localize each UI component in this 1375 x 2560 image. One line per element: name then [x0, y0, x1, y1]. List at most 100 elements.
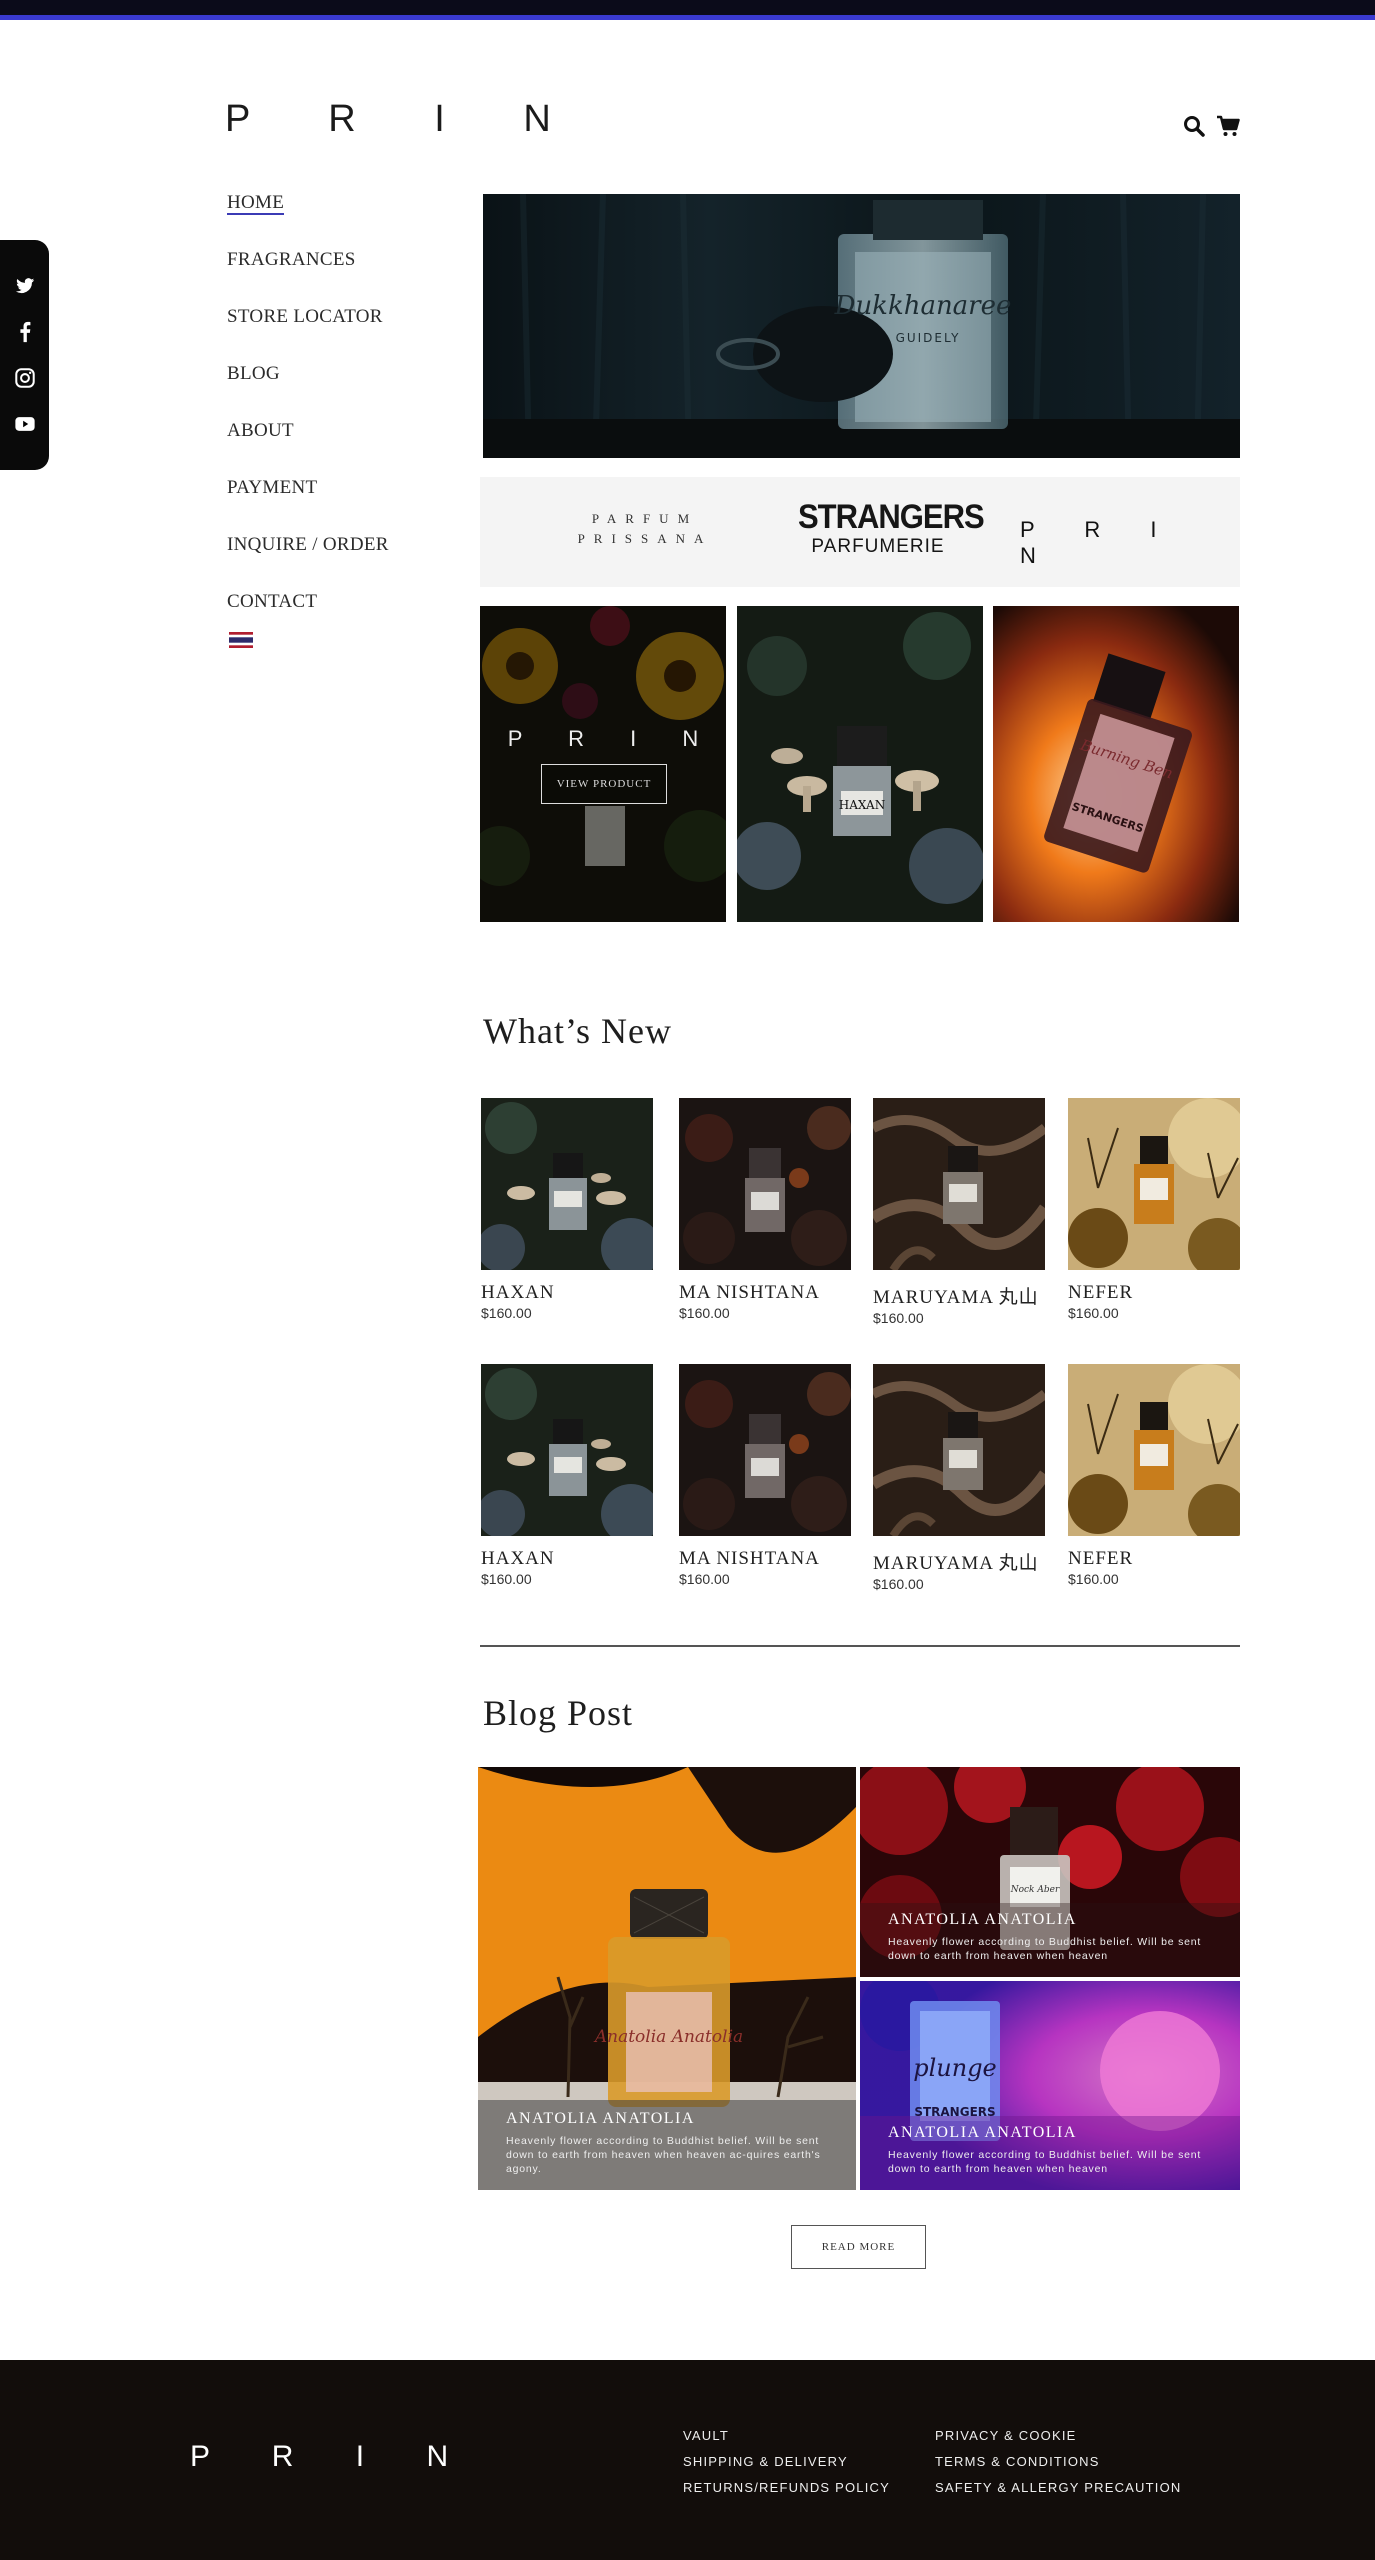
product-image[interactable]	[873, 1364, 1045, 1536]
nav-item-blog[interactable]: BLOG	[227, 361, 389, 386]
footer-link-safety[interactable]: SAFETY & ALLERGY PRECAUTION	[935, 2480, 1182, 2495]
top-bar	[0, 0, 1375, 20]
product-image[interactable]	[873, 1098, 1045, 1270]
read-more-button[interactable]: READ MORE	[791, 2225, 926, 2269]
blog-bottle-text: Nock Aber	[1010, 1885, 1060, 1895]
youtube-icon[interactable]	[14, 413, 36, 435]
blog-card-top-right[interactable]: Nock Aber ANATOLIA ANATOLIA Heavenly flo…	[860, 1767, 1240, 1977]
nav-item-home[interactable]: HOME	[227, 190, 389, 247]
product-card-nefer[interactable]: NEFER $160.00	[1068, 1098, 1240, 1321]
brand-prissana-logo[interactable]: PARFUM PRISSANA	[560, 511, 730, 547]
social-bar	[0, 240, 49, 470]
hero-bottle-sub: GUIDELY	[896, 331, 961, 345]
facebook-icon[interactable]	[14, 321, 36, 343]
product-name[interactable]: NEFER	[1068, 1548, 1240, 1570]
product-image[interactable]	[481, 1364, 653, 1536]
footer-logo[interactable]: P R I N	[190, 2440, 475, 2474]
product-card-ma-nishtana[interactable]: MA NISHTANA $160.00	[679, 1364, 851, 1587]
hero-image: Dukkhanaree GUIDELY	[483, 194, 1240, 458]
nav-item-about[interactable]: ABOUT	[227, 418, 389, 443]
search-icon[interactable]	[1182, 114, 1206, 138]
product-name[interactable]: MA NISHTANA	[679, 1282, 851, 1304]
brand-strangers-logo[interactable]: STRANGERS PARFUMERIE	[798, 497, 985, 558]
view-product-button[interactable]: VIEW PRODUCT	[541, 764, 667, 804]
brand-prissana-line2: PRISSANA	[577, 531, 713, 546]
tile-prin-logo: P R I N	[507, 726, 719, 751]
nav-item-payment[interactable]: PAYMENT	[227, 475, 389, 500]
product-name[interactable]: HAXAN	[481, 1282, 653, 1304]
nav-item-label[interactable]: HOME	[227, 190, 285, 215]
product-name[interactable]: MARUYAMA 丸山	[873, 1282, 1045, 1309]
product-name[interactable]: MARUYAMA 丸山	[873, 1548, 1045, 1575]
product-image[interactable]	[679, 1364, 851, 1536]
product-price: $160.00	[1068, 1305, 1119, 1321]
nav-item-contact[interactable]: CONTACT	[227, 589, 389, 614]
brand-bar: PARFUM PRISSANA STRANGERS PARFUMERIE P R…	[480, 477, 1240, 587]
blog-post-title[interactable]: ANATOLIA ANATOLIA	[888, 1911, 1212, 1929]
footer-links-col1: VAULT SHIPPING & DELIVERY RETURNS/REFUND…	[683, 2428, 890, 2506]
product-image[interactable]	[1068, 1364, 1240, 1536]
main-nav: HOME FRAGRANCES STORE LOCATOR BLOG ABOUT…	[227, 190, 389, 648]
blog-card-bottom-right[interactable]: plunge STRANGERS ANATOLIA ANATOLIA Heave…	[860, 1981, 1240, 2190]
product-image[interactable]	[1068, 1098, 1240, 1270]
footer-link-vault[interactable]: VAULT	[683, 2428, 890, 2443]
footer-link-returns[interactable]: RETURNS/REFUNDS POLICY	[683, 2480, 890, 2495]
nav-item-store-locator[interactable]: STORE LOCATOR	[227, 304, 389, 329]
product-name[interactable]: NEFER	[1068, 1282, 1240, 1304]
product-price: $160.00	[481, 1305, 532, 1321]
nav-item-inquire-order[interactable]: INQUIRE / ORDER	[227, 532, 389, 557]
product-price: $160.00	[679, 1571, 730, 1587]
blog-caption: ANATOLIA ANATOLIA Heavenly flower accord…	[860, 2116, 1240, 2190]
brand-prin-logo[interactable]: P R I N	[1020, 517, 1240, 569]
blog-bottle-text: Anatolia Anatolia	[593, 2027, 743, 2047]
footer-link-privacy[interactable]: PRIVACY & COOKIE	[935, 2428, 1182, 2443]
blog-post-title[interactable]: ANATOLIA ANATOLIA	[506, 2110, 828, 2128]
instagram-icon[interactable]	[14, 367, 36, 389]
product-price: $160.00	[679, 1305, 730, 1321]
product-card-ma-nishtana[interactable]: MA NISHTANA $160.00	[679, 1098, 851, 1321]
product-name[interactable]: MA NISHTANA	[679, 1548, 851, 1570]
feature-tile-burning-ben[interactable]: Burning Ben STRANGERS	[993, 606, 1239, 922]
product-card-maruyama[interactable]: MARUYAMA 丸山 $160.00	[873, 1098, 1045, 1326]
cart-icon[interactable]	[1216, 114, 1240, 138]
header-icons	[1182, 114, 1240, 138]
footer: P R I N VAULT SHIPPING & DELIVERY RETURN…	[0, 2360, 1375, 2560]
tile-haxan-label: HAXAN	[839, 798, 885, 812]
blog-post-desc: Heavenly flower according to Buddhist be…	[888, 1936, 1202, 1962]
blog-post-title[interactable]: ANATOLIA ANATOLIA	[888, 2124, 1212, 2142]
brand-prissana-line1: PARFUM	[591, 511, 699, 526]
footer-link-terms[interactable]: TERMS & CONDITIONS	[935, 2454, 1182, 2469]
section-divider	[480, 1645, 1240, 1647]
brand-strangers-line1: STRANGERS	[798, 497, 985, 536]
product-card-maruyama[interactable]: MARUYAMA 丸山 $160.00	[873, 1364, 1045, 1592]
thai-flag-icon[interactable]	[229, 632, 253, 648]
product-card-haxan[interactable]: HAXAN $160.00	[481, 1364, 653, 1587]
brand-strangers-line2: PARFUMERIE	[811, 536, 945, 557]
blog-post-desc: Heavenly flower according to Buddhist be…	[506, 2135, 821, 2175]
product-price: $160.00	[1068, 1571, 1119, 1587]
blog-post-desc: Heavenly flower according to Buddhist be…	[888, 2149, 1202, 2175]
twitter-icon[interactable]	[14, 275, 36, 297]
blog-bottle-text: plunge	[913, 2054, 997, 2082]
product-price: $160.00	[873, 1310, 924, 1326]
feature-tile-prin[interactable]: P R I N VIEW PRODUCT	[480, 606, 726, 922]
blog-post-title: Blog Post	[483, 1693, 634, 1733]
feature-image-mushrooms: HAXAN	[737, 606, 983, 922]
product-image[interactable]	[679, 1098, 851, 1270]
blog-caption: ANATOLIA ANATOLIA Heavenly flower accord…	[478, 2100, 856, 2190]
footer-links-col2: PRIVACY & COOKIE TERMS & CONDITIONS SAFE…	[935, 2428, 1182, 2506]
product-card-haxan[interactable]: HAXAN $160.00	[481, 1098, 653, 1321]
hero-bottle-label: Dukkhanaree	[834, 291, 1012, 321]
nav-item-fragrances[interactable]: FRAGRANCES	[227, 247, 389, 272]
site-logo[interactable]: P R I N	[225, 100, 585, 138]
footer-link-shipping[interactable]: SHIPPING & DELIVERY	[683, 2454, 890, 2469]
hero-banner[interactable]: Dukkhanaree GUIDELY	[483, 194, 1240, 458]
blog-card-main[interactable]: Anatolia Anatolia ANATOLIA ANATOLIA Heav…	[478, 1767, 856, 2190]
feature-tile-haxan[interactable]: HAXAN	[737, 606, 983, 922]
product-price: $160.00	[481, 1571, 532, 1587]
product-card-nefer[interactable]: NEFER $160.00	[1068, 1364, 1240, 1587]
product-price: $160.00	[873, 1576, 924, 1592]
product-name[interactable]: HAXAN	[481, 1548, 653, 1570]
feature-image-fire: Burning Ben STRANGERS	[993, 606, 1239, 922]
product-image[interactable]	[481, 1098, 653, 1270]
